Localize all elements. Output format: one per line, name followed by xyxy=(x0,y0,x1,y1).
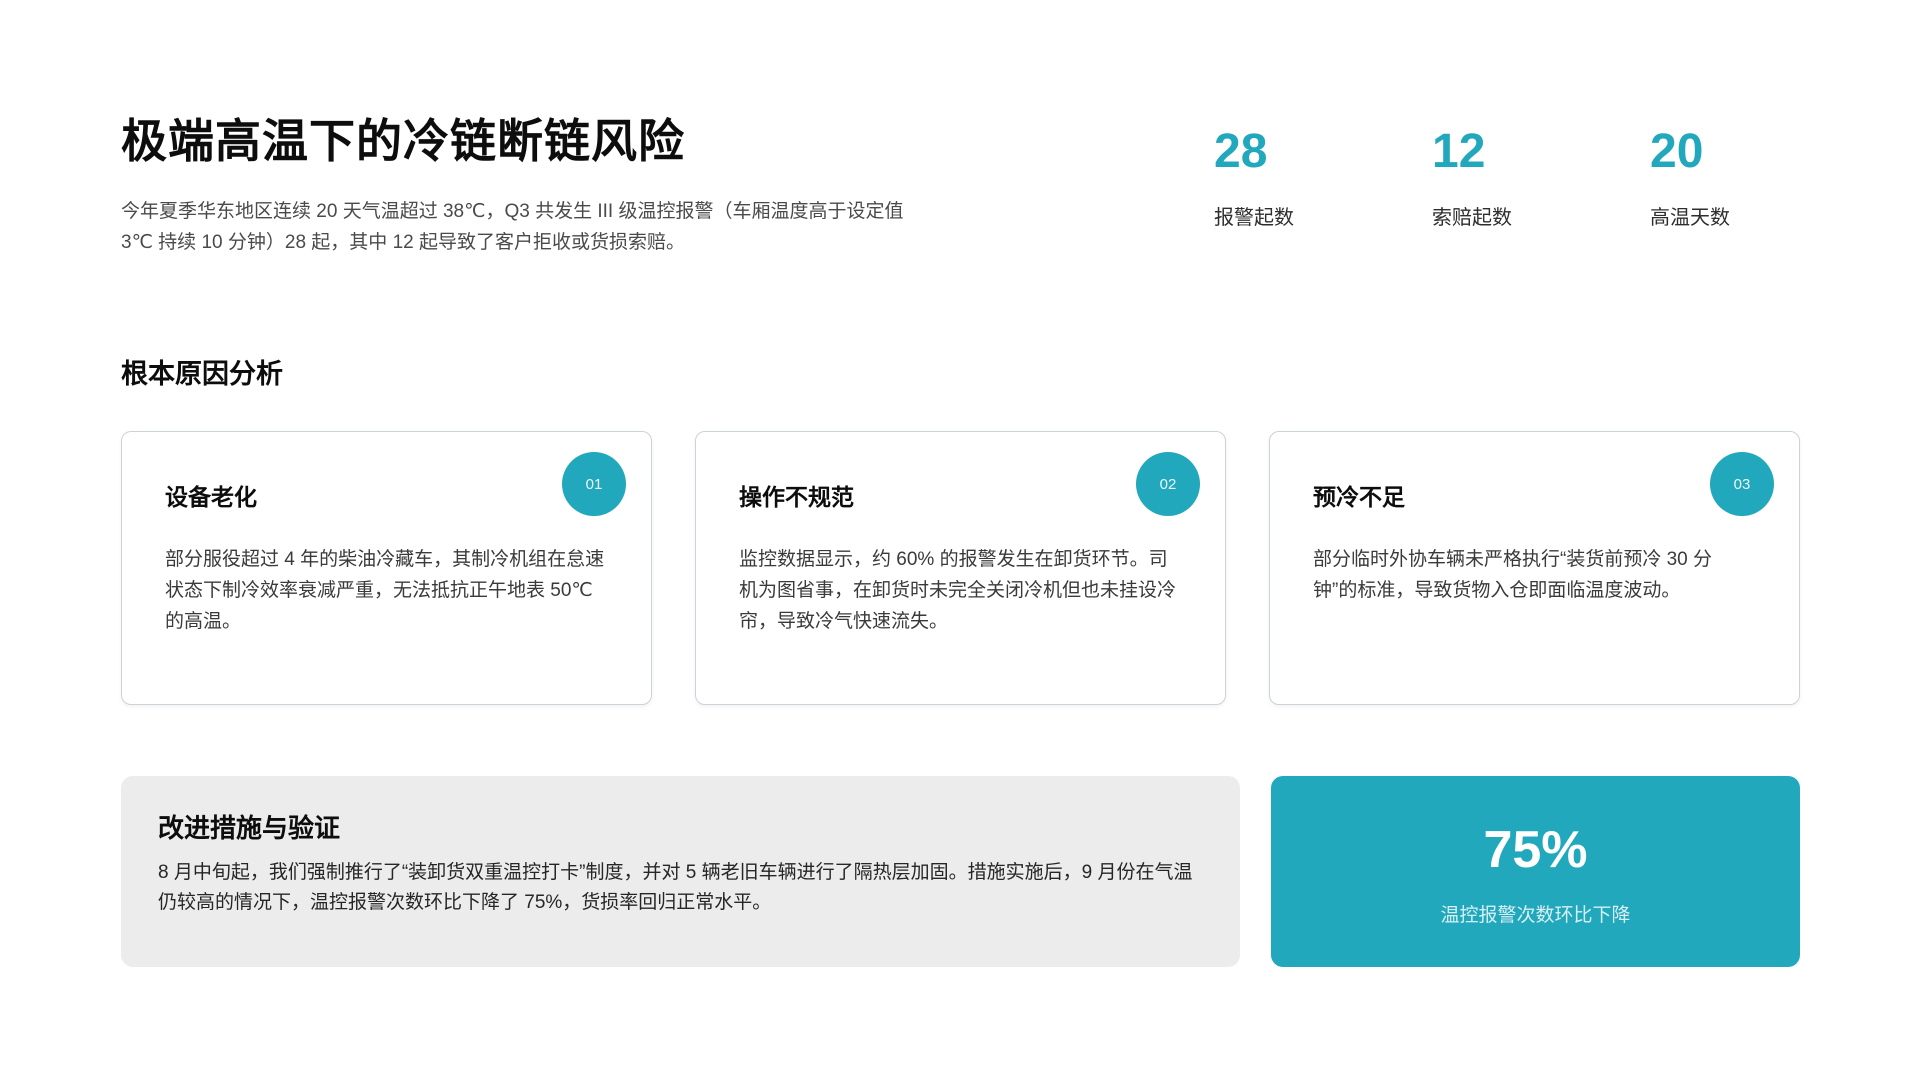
card-body: 部分服役超过 4 年的柴油冷藏车，其制冷机组在怠速状态下制冷效率衰减严重，无法抵… xyxy=(165,544,606,637)
stat-value: 12 xyxy=(1432,126,1650,179)
highlight-value: 75% xyxy=(1483,824,1587,876)
stat-value: 28 xyxy=(1214,126,1432,179)
improvement-body: 8 月中旬起，我们强制推行了“装卸货双重温控打卡”制度，并对 5 辆老旧车辆进行… xyxy=(158,858,1196,918)
card-body: 部分临时外协车辆未严格执行“装货前预冷 30 分钟”的标准，导致货物入仓即面临温… xyxy=(1313,544,1754,606)
page-title: 极端高温下的冷链断链风险 xyxy=(121,112,961,172)
header: 极端高温下的冷链断链风险 今年夏季华东地区连续 20 天气温超过 38℃，Q3 … xyxy=(121,112,961,258)
card-title: 设备老化 xyxy=(165,484,606,512)
stats-row: 28 报警起数 12 索赔起数 20 高温天数 xyxy=(1214,126,1730,230)
page-subtitle: 今年夏季华东地区连续 20 天气温超过 38℃，Q3 共发生 III 级温控报警… xyxy=(121,196,939,258)
card-title: 预冷不足 xyxy=(1313,484,1754,512)
highlight-card: 75% 温控报警次数环比下降 xyxy=(1271,776,1800,967)
stat-hot-days: 20 高温天数 xyxy=(1650,126,1730,230)
stat-label: 高温天数 xyxy=(1650,201,1730,230)
stat-label: 报警起数 xyxy=(1214,201,1432,230)
stat-value: 20 xyxy=(1650,126,1730,179)
cause-card-insufficient-precooling: 预冷不足 03 部分临时外协车辆未严格执行“装货前预冷 30 分钟”的标准，导致… xyxy=(1269,431,1800,705)
card-index-badge: 03 xyxy=(1710,452,1774,516)
improvement-title: 改进措施与验证 xyxy=(158,814,1196,844)
stat-alarm-count: 28 报警起数 xyxy=(1214,126,1432,230)
highlight-label: 温控报警次数环比下降 xyxy=(1440,900,1630,927)
card-title: 操作不规范 xyxy=(739,484,1180,512)
stat-label: 索赔起数 xyxy=(1432,201,1650,230)
cause-cards-row: 设备老化 01 部分服役超过 4 年的柴油冷藏车，其制冷机组在怠速状态下制冷效率… xyxy=(121,431,1800,705)
stat-claim-count: 12 索赔起数 xyxy=(1432,126,1650,230)
section-title: 根本原因分析 xyxy=(121,352,283,391)
card-index-badge: 01 xyxy=(562,452,626,516)
cause-card-improper-operation: 操作不规范 02 监控数据显示，约 60% 的报警发生在卸货环节。司机为图省事，… xyxy=(695,431,1226,705)
card-body: 监控数据显示，约 60% 的报警发生在卸货环节。司机为图省事，在卸货时未完全关闭… xyxy=(739,544,1180,637)
cause-card-equipment-aging: 设备老化 01 部分服役超过 4 年的柴油冷藏车，其制冷机组在怠速状态下制冷效率… xyxy=(121,431,652,705)
card-index-badge: 02 xyxy=(1136,452,1200,516)
bottom-row: 改进措施与验证 8 月中旬起，我们强制推行了“装卸货双重温控打卡”制度，并对 5… xyxy=(121,776,1800,967)
improvement-card: 改进措施与验证 8 月中旬起，我们强制推行了“装卸货双重温控打卡”制度，并对 5… xyxy=(121,776,1240,967)
